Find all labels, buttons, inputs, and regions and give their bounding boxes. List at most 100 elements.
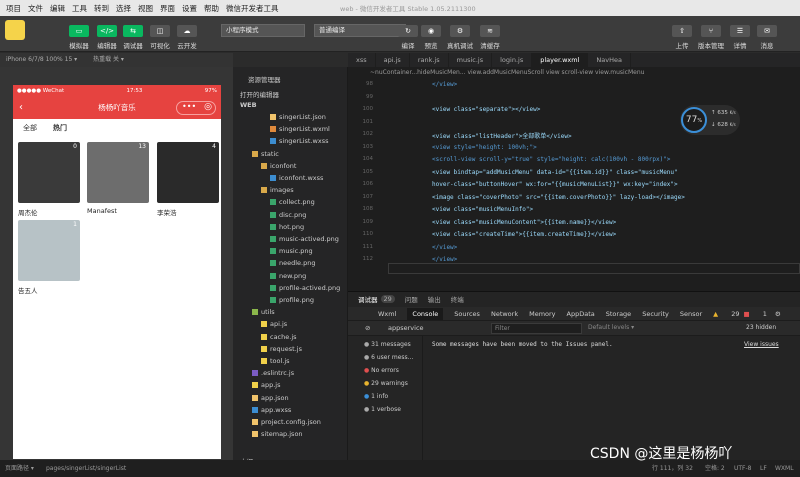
tree-file[interactable]: singerList.wxss [270,137,328,145]
code-line[interactable]: </view> [432,244,457,251]
code-line[interactable]: <view class="musicMenuInfo"> [432,206,533,213]
menu-view[interactable]: 视图 [138,3,153,14]
singer-card[interactable]: 0 周杰伦 [18,142,80,217]
tree-file[interactable]: app.wxss [252,406,291,414]
debugger-button[interactable]: ⇆ [123,25,143,37]
clear-cache-icon[interactable]: ≋ [480,25,500,37]
visual-button[interactable]: ◫ [150,25,170,37]
tree-file[interactable]: profile-actived.png [270,284,340,292]
editor-tab[interactable]: xss [348,53,376,67]
menu-help[interactable]: 帮助 [204,3,219,14]
editor-button[interactable]: </> [97,25,117,37]
tree-file[interactable]: sitemap.json [252,430,303,438]
breadcrumb[interactable]: ~nuContainer...hideMusicMen... view.addM… [348,67,800,79]
tree-folder[interactable]: images [261,186,294,194]
error-count[interactable]: ■ 1 [744,310,767,318]
editor-tab[interactable]: api.js [376,53,410,67]
editor-tab[interactable]: login.js [492,53,533,67]
singer-card[interactable]: 13 Manafest [87,142,149,215]
menu-settings[interactable]: 设置 [182,3,197,14]
tree-file[interactable]: cache.js [261,333,297,341]
menu-devtools[interactable]: 微信开发者工具 [226,3,279,14]
tree-file[interactable]: app.json [252,394,289,402]
details-icon[interactable]: ☰ [730,25,750,37]
tree-folder[interactable]: static [252,150,279,158]
cloud-button[interactable]: ☁ [177,25,197,37]
open-editors[interactable]: 打开的编辑器 [240,89,279,99]
code-line[interactable]: </view> [432,81,457,88]
tab-output[interactable]: 输出 [428,294,441,304]
tab-security[interactable]: Security [642,310,669,318]
code-line[interactable]: <view class="musicMenuContent">{{item.na… [432,219,616,226]
console-filter-item[interactable]: ● 6 user mess... [364,354,413,361]
tree-file[interactable]: api.js [261,320,287,328]
menu-tools[interactable]: 工具 [72,3,87,14]
tree-file[interactable]: tool.js [261,357,290,365]
view-issues-link[interactable]: View issues [744,341,779,348]
tree-folder[interactable]: utils [252,308,275,316]
tab-console[interactable]: Console [407,307,444,320]
language-mode[interactable]: WXML [775,460,794,477]
tab-network[interactable]: Network [491,310,518,318]
compile-icon[interactable]: ↻ [398,25,418,37]
tab-debugger[interactable]: 调试器 [358,294,378,304]
menu-select[interactable]: 选择 [116,3,131,14]
capsule-button[interactable]: ••• ◎ [176,101,216,115]
line-ending[interactable]: LF [760,460,767,477]
console-filter-item[interactable]: ● No errors [364,367,399,374]
menu-edit[interactable]: 编辑 [50,3,65,14]
tab-memory[interactable]: Memory [529,310,555,318]
encoding[interactable]: UTF-8 [734,460,752,477]
tree-file[interactable]: disc.png [270,211,306,219]
tree-file[interactable]: profile.png [270,296,314,304]
tree-folder[interactable]: iconfont [261,162,296,170]
editor-tab[interactable]: rank.js [410,53,449,67]
tree-file[interactable]: needle.png [270,259,316,267]
console-filter-item[interactable]: ● 31 messages [364,341,411,348]
compile-select[interactable]: 普通编译 [314,24,406,37]
tab-wxml[interactable]: Wxml [378,310,396,318]
code-line[interactable]: hover-class="buttonHover" wx:for="{{musi… [432,181,678,188]
menu-goto[interactable]: 转到 [94,3,109,14]
code-line[interactable]: <view class="listHeader">全部歌单</view> [432,131,572,140]
tree-file[interactable]: .eslintrc.js [252,369,294,377]
message-icon[interactable]: ✉ [757,25,777,37]
menu-project[interactable]: 项目 [6,3,21,14]
tree-file[interactable]: singerList.json [270,113,326,121]
tree-file[interactable]: singerList.wxml [270,125,330,133]
tree-file[interactable]: project.config.json [252,418,321,426]
singer-card[interactable]: 1 告五人 [18,220,80,295]
page-path-label[interactable]: 页面路径 ▾ [5,460,34,477]
singer-card[interactable]: 4 李荣浩 [157,142,219,217]
tab-sources[interactable]: Sources [454,310,480,318]
preview-icon[interactable]: ◉ [421,25,441,37]
menu-interface[interactable]: 界面 [160,3,175,14]
context-select[interactable]: appservice [388,324,424,332]
hot-reload-select[interactable]: 热重载 关 ▾ [93,56,124,63]
code-line[interactable]: <image class="coverPhoto" src="{{item.co… [432,194,685,201]
simulator-button[interactable]: ▭ [69,25,89,37]
editor-tab[interactable]: music.js [449,53,493,67]
explorer-root[interactable]: WEB [240,101,257,109]
warning-count[interactable]: ▲ 29 [713,310,739,318]
version-icon[interactable]: ⑂ [701,25,721,37]
code-line[interactable]: <view bindtap="addMusicMenu" data-id="{{… [432,169,678,176]
console-filter-input[interactable]: Filter [491,323,582,334]
tab-appdata[interactable]: AppData [567,310,595,318]
tree-file[interactable]: collect.png [270,198,315,206]
settings-icon[interactable]: ⚙ [775,310,781,318]
tab-sensor[interactable]: Sensor [680,310,702,318]
tree-file[interactable]: iconfont.wxss [270,174,323,182]
mode-select[interactable]: 小程序模式 [221,24,305,37]
code-line[interactable]: </view> [432,256,457,263]
tab-all[interactable]: 全部 [23,123,37,133]
console-filter-item[interactable]: ● 1 verbose [364,406,401,413]
code-line[interactable]: <scroll-view scroll-y="true" style="heig… [432,156,670,163]
editor-tab-active[interactable]: player.wxml [532,53,589,67]
avatar[interactable] [5,20,25,40]
clear-console-icon[interactable]: ⊘ [365,324,370,332]
upload-icon[interactable]: ⇧ [672,25,692,37]
editor-tab[interactable]: NavHea [588,53,631,67]
tree-file[interactable]: new.png [270,272,306,280]
tree-file[interactable]: music-actived.png [270,235,339,243]
